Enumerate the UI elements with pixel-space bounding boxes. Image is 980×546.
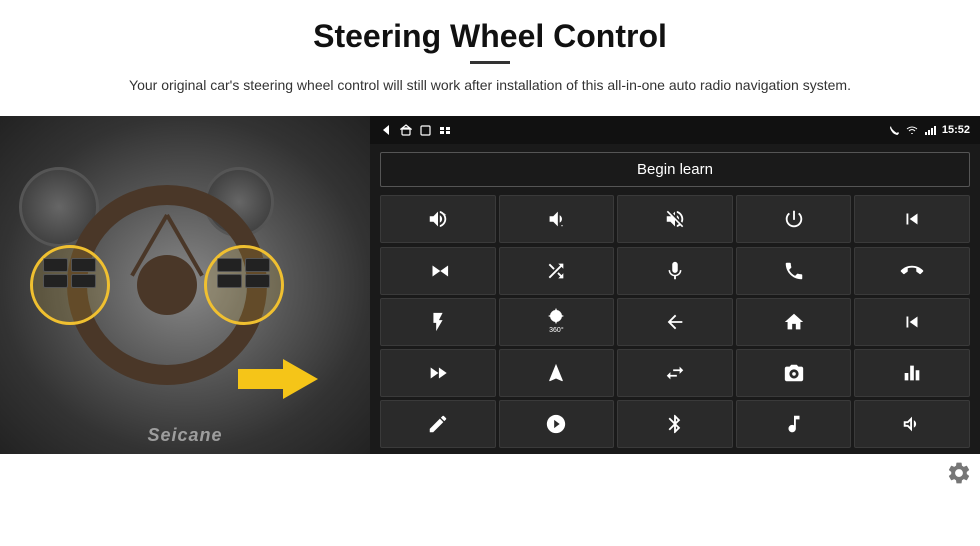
vol-mute-btn[interactable] — [617, 195, 733, 243]
icon-grid: + - — [370, 195, 980, 454]
begin-learn-row: Begin learn — [370, 144, 980, 195]
watermark: Seicane — [147, 425, 222, 446]
shuffle-btn[interactable] — [499, 247, 615, 295]
highlight-circle-right — [204, 245, 284, 325]
page-wrapper: Steering Wheel Control Your original car… — [0, 0, 980, 454]
navigate-btn[interactable] — [499, 349, 615, 397]
prev-track-btn[interactable] — [854, 195, 970, 243]
signal-status-icon — [924, 124, 936, 136]
subtitle: Your original car's steering wheel contr… — [110, 74, 870, 96]
wifi-status-icon — [906, 124, 918, 136]
svg-text:-: - — [561, 222, 564, 231]
android-statusbar: 15:52 — [370, 116, 980, 144]
statusbar-right: 15:52 — [889, 124, 970, 136]
page-title: Steering Wheel Control — [60, 18, 920, 55]
end-call-btn[interactable] — [854, 247, 970, 295]
waveform-btn[interactable] — [854, 400, 970, 448]
time-display: 15:52 — [942, 124, 970, 136]
music-btn[interactable] — [736, 400, 852, 448]
call-btn[interactable] — [736, 247, 852, 295]
content-section: Seicane — [0, 116, 980, 454]
svg-text:+: + — [442, 213, 446, 220]
back-btn[interactable] — [617, 298, 733, 346]
pen-btn[interactable] — [380, 400, 496, 448]
begin-learn-button[interactable]: Begin learn — [380, 152, 970, 187]
highlight-circle-left — [30, 245, 110, 325]
vol-up-btn[interactable]: + — [380, 195, 496, 243]
swap-btn[interactable] — [617, 349, 733, 397]
settings-circle-btn[interactable] — [499, 400, 615, 448]
equalizer-btn[interactable] — [854, 349, 970, 397]
home-btn[interactable] — [736, 298, 852, 346]
steering-image: Seicane — [0, 116, 370, 454]
next-track-btn[interactable] — [380, 247, 496, 295]
view360-btn[interactable]: 360° — [499, 298, 615, 346]
skip-prev-btn[interactable] — [854, 298, 970, 346]
settings-gear-btn[interactable] — [946, 460, 972, 486]
fast-fwd-btn[interactable] — [380, 349, 496, 397]
back-nav-icon — [380, 124, 392, 136]
sw-hub — [137, 255, 197, 315]
flashlight-btn[interactable] — [380, 298, 496, 346]
recent-nav-icon — [420, 125, 431, 136]
statusbar-left — [380, 124, 451, 136]
camera-dash-btn[interactable] — [736, 349, 852, 397]
yellow-arrow — [238, 354, 318, 404]
bluetooth-btn[interactable] — [617, 400, 733, 448]
power-btn[interactable] — [736, 195, 852, 243]
vol-down-btn[interactable]: - — [499, 195, 615, 243]
notif-icon — [439, 124, 451, 136]
title-divider — [470, 61, 510, 64]
header-section: Steering Wheel Control Your original car… — [0, 0, 980, 108]
mic-btn[interactable] — [617, 247, 733, 295]
steering-bg: Seicane — [0, 116, 370, 454]
home-nav-icon — [400, 124, 412, 136]
phone-status-icon — [889, 125, 900, 136]
android-panel: 15:52 Begin learn + - — [370, 116, 980, 454]
